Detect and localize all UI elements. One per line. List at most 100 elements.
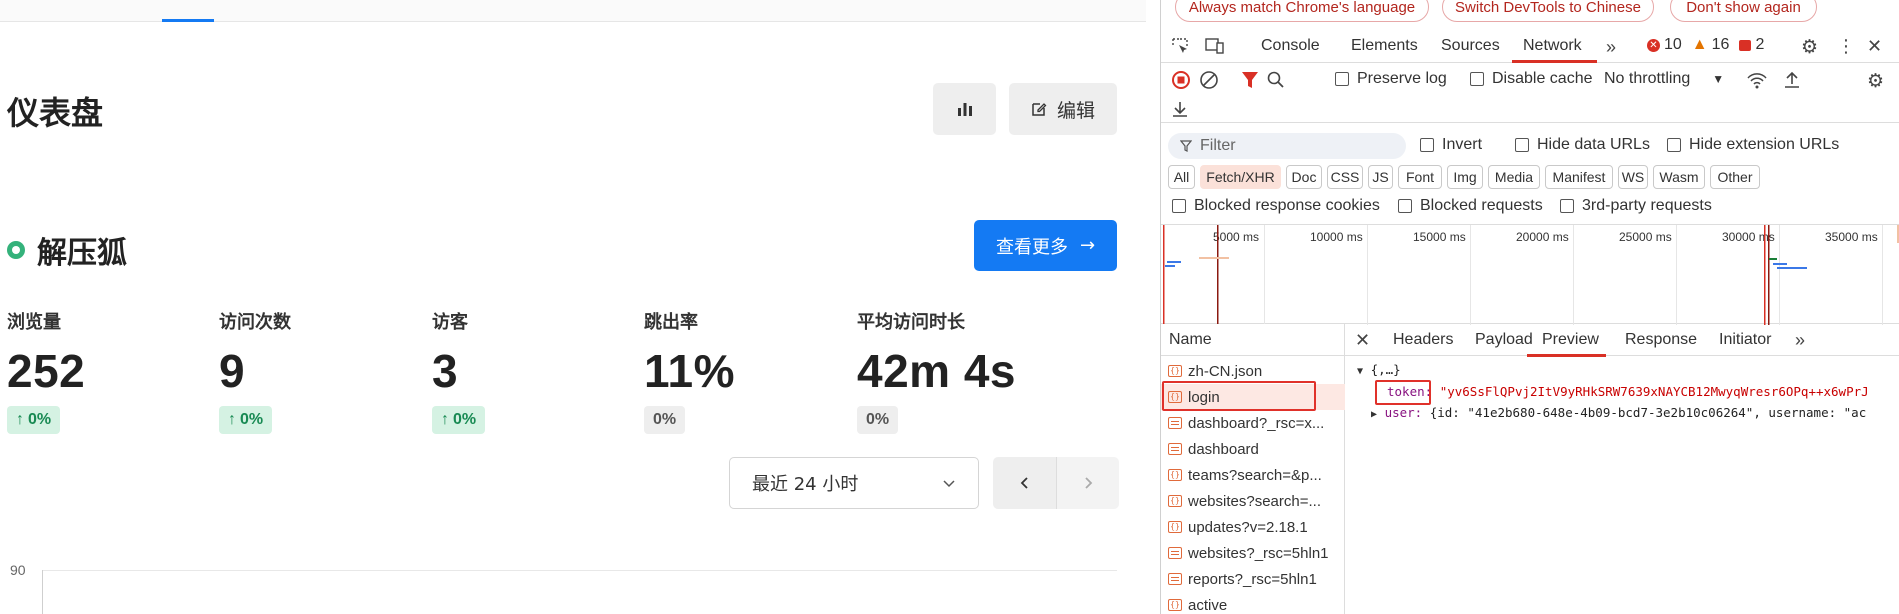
- tab-network[interactable]: Network: [1523, 29, 1582, 63]
- filter-icon: [1180, 140, 1192, 152]
- blocked-response-cookies-toggle[interactable]: Blocked response cookies: [1172, 197, 1380, 215]
- more-options-icon[interactable]: ⋮: [1837, 36, 1855, 57]
- tab-preview[interactable]: Preview: [1542, 324, 1599, 356]
- site-favicon-icon: [7, 241, 25, 259]
- disable-cache-checkbox[interactable]: [1470, 72, 1484, 86]
- type-filter-fetch-xhr[interactable]: Fetch/XHR: [1200, 165, 1281, 189]
- metric-label: 跳出率: [644, 312, 698, 333]
- website-header: 解压狐: [7, 228, 127, 272]
- third-party-checkbox[interactable]: [1560, 199, 1574, 213]
- request-row[interactable]: {} teams?search=&p...: [1161, 462, 1345, 488]
- metric-change-badge: 0%: [644, 406, 686, 434]
- tab-response[interactable]: Response: [1625, 324, 1697, 356]
- request-row-login[interactable]: {} login: [1161, 384, 1345, 410]
- close-detail-icon[interactable]: ✕: [1355, 330, 1370, 351]
- tab-payload[interactable]: Payload: [1475, 324, 1533, 356]
- type-filter-img[interactable]: Img: [1447, 165, 1483, 189]
- type-filter-ws[interactable]: WS: [1618, 165, 1648, 189]
- type-filter-other[interactable]: Other: [1710, 165, 1760, 189]
- issue-counts[interactable]: ✕ 10 ▲ 16 2: [1647, 36, 1764, 54]
- stop-recording-icon[interactable]: [1171, 70, 1191, 90]
- chevron-right-icon: [1085, 477, 1093, 489]
- type-filter-media[interactable]: Media: [1488, 165, 1540, 189]
- device-toolbar-icon[interactable]: [1205, 37, 1225, 55]
- json-user-entry[interactable]: ▶ user: {id: "41e2b680-648e-4b09-bcd7-3e…: [1371, 405, 1866, 420]
- json-token-entry[interactable]: token: "yv6SsFlQPvj2ItV9yRHkSRW7639xNAYC…: [1387, 384, 1869, 399]
- next-period-button[interactable]: [1056, 457, 1119, 509]
- request-name: websites?search=...: [1188, 492, 1321, 510]
- type-filter-wasm[interactable]: Wasm: [1653, 165, 1705, 189]
- filter-funnel-icon[interactable]: [1241, 70, 1259, 90]
- arrow-up-icon: ↑: [228, 411, 236, 428]
- view-more-button[interactable]: 查看更多 →: [974, 220, 1117, 271]
- edit-button[interactable]: 编辑: [1009, 83, 1117, 135]
- request-row[interactable]: {} websites?search=...: [1161, 488, 1345, 514]
- network-settings-icon[interactable]: ⚙: [1867, 70, 1884, 93]
- request-row[interactable]: {} updates?v=2.18.1: [1161, 514, 1345, 540]
- blocked-requests-toggle[interactable]: Blocked requests: [1398, 197, 1543, 215]
- settings-gear-icon[interactable]: ⚙: [1801, 36, 1818, 59]
- document-icon: [1168, 443, 1182, 455]
- blocked-response-cookies-checkbox[interactable]: [1172, 199, 1186, 213]
- invert-toggle[interactable]: Invert: [1420, 136, 1482, 154]
- json-root[interactable]: ▼ {,…}: [1357, 362, 1401, 377]
- filter-input[interactable]: Filter: [1168, 133, 1406, 159]
- tab-sources[interactable]: Sources: [1441, 29, 1500, 63]
- type-filter-font[interactable]: Font: [1398, 165, 1442, 189]
- tab-initiator[interactable]: Initiator: [1719, 324, 1771, 356]
- match-language-button[interactable]: Always match Chrome's language: [1175, 0, 1429, 22]
- request-name: zh-CN.json: [1188, 362, 1263, 380]
- preserve-log-label: Preserve log: [1357, 70, 1447, 87]
- clear-icon[interactable]: [1199, 70, 1219, 90]
- date-range-select[interactable]: 最近 24 小时: [729, 457, 979, 509]
- metric-value: 11%: [644, 345, 736, 397]
- type-filter-manifest[interactable]: Manifest: [1545, 165, 1613, 189]
- chart-toggle-button[interactable]: [933, 83, 996, 135]
- request-row[interactable]: {} active: [1161, 592, 1345, 614]
- more-detail-tabs-icon[interactable]: »: [1795, 330, 1805, 351]
- type-filter-all[interactable]: All: [1168, 165, 1195, 189]
- third-party-toggle[interactable]: 3rd-party requests: [1560, 197, 1712, 215]
- preserve-log-checkbox[interactable]: [1335, 72, 1349, 86]
- metric-change-badge: 0%: [857, 406, 899, 434]
- tab-headers[interactable]: Headers: [1393, 324, 1453, 356]
- blocked-requests-checkbox[interactable]: [1398, 199, 1412, 213]
- metric-label: 访客: [432, 312, 468, 333]
- arrow-up-icon: ↑: [16, 411, 24, 428]
- json-key-user: user:: [1384, 405, 1423, 420]
- import-har-icon[interactable]: [1783, 70, 1801, 90]
- request-row[interactable]: dashboard?_rsc=x...: [1161, 410, 1345, 436]
- request-row[interactable]: websites?_rsc=5hln1: [1161, 540, 1345, 566]
- preserve-log-toggle[interactable]: Preserve log: [1335, 70, 1447, 88]
- hide-data-urls-checkbox[interactable]: [1515, 138, 1529, 152]
- more-tabs-icon[interactable]: »: [1606, 37, 1616, 58]
- devtools-splitter[interactable]: [1146, 0, 1161, 614]
- throttling-select[interactable]: No throttling ▼: [1604, 70, 1724, 88]
- disable-cache-toggle[interactable]: Disable cache: [1470, 70, 1593, 88]
- type-filter-css[interactable]: CSS: [1327, 165, 1363, 189]
- name-column-header[interactable]: Name: [1161, 324, 1345, 356]
- type-filter-js[interactable]: JS: [1368, 165, 1393, 189]
- dont-show-again-button[interactable]: Don't show again: [1670, 0, 1817, 22]
- previous-period-button[interactable]: [993, 457, 1056, 509]
- request-row[interactable]: {} zh-CN.json: [1161, 358, 1345, 384]
- hide-data-urls-toggle[interactable]: Hide data URLs: [1515, 136, 1650, 154]
- inspect-element-icon[interactable]: [1171, 37, 1189, 55]
- type-filter-doc[interactable]: Doc: [1286, 165, 1322, 189]
- request-row[interactable]: reports?_rsc=5hln1: [1161, 566, 1345, 592]
- search-icon[interactable]: [1267, 70, 1285, 90]
- dashboard-app: 仪表盘 编辑 解压狐 查看更多 → 浏览量 252 ↑ 0% 访问次数 9 ↑ 0%…: [0, 0, 1146, 614]
- error-count: 10: [1664, 36, 1682, 53]
- hide-extension-urls-toggle[interactable]: Hide extension URLs: [1667, 136, 1839, 154]
- close-devtools-icon[interactable]: ✕: [1867, 36, 1882, 57]
- invert-checkbox[interactable]: [1420, 138, 1434, 152]
- tab-console[interactable]: Console: [1261, 29, 1320, 63]
- export-har-icon[interactable]: [1171, 99, 1189, 119]
- network-conditions-icon[interactable]: [1746, 70, 1768, 90]
- site-name[interactable]: 解压狐: [37, 228, 127, 272]
- tab-elements[interactable]: Elements: [1351, 29, 1418, 63]
- switch-chinese-button[interactable]: Switch DevTools to Chinese: [1442, 0, 1654, 22]
- network-overview-timeline[interactable]: 5000 ms 10000 ms 15000 ms 20000 ms 25000…: [1161, 224, 1899, 325]
- hide-extension-urls-checkbox[interactable]: [1667, 138, 1681, 152]
- request-row[interactable]: dashboard: [1161, 436, 1345, 462]
